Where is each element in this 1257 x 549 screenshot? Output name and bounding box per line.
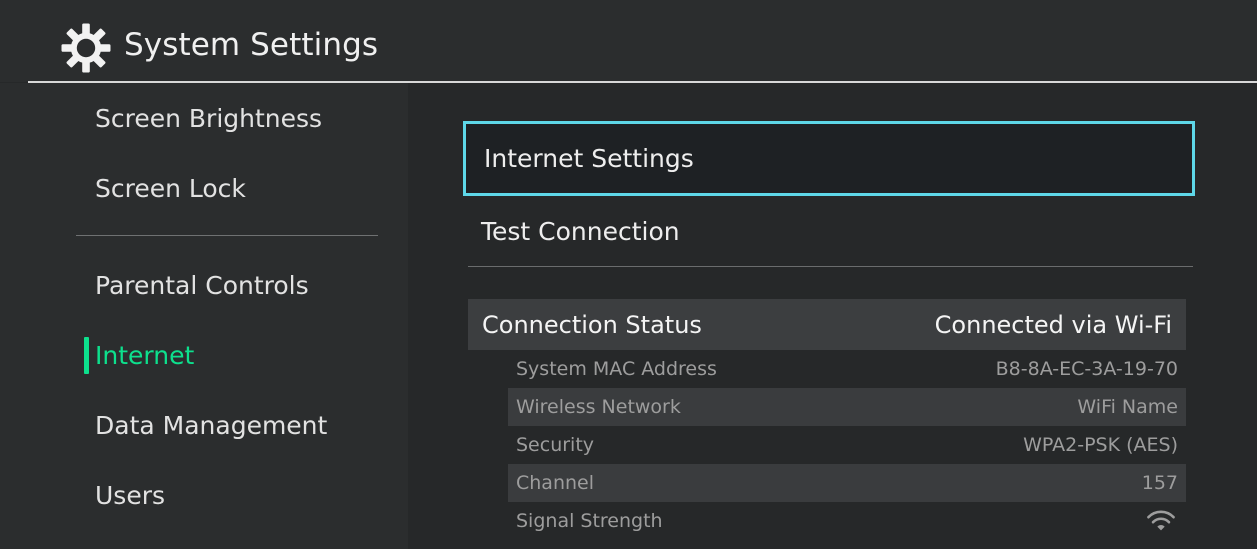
connection-status-value: Connected via Wi-Fi: [935, 311, 1172, 339]
sidebar-divider: [76, 235, 378, 236]
table-row: Security WPA2-PSK (AES): [508, 426, 1186, 464]
sidebar-item-label: Screen Brightness: [95, 104, 322, 133]
row-value: 157: [1142, 472, 1178, 494]
row-value: WPA2-PSK (AES): [1023, 434, 1178, 456]
sidebar-item-label: Parental Controls: [95, 271, 309, 300]
table-row: Signal Strength: [508, 502, 1186, 540]
row-label: Channel: [516, 472, 594, 494]
sidebar: Screen Brightness Screen Lock Parental C…: [0, 83, 408, 549]
sidebar-item-label: Data Management: [95, 411, 327, 440]
sidebar-item-label: Screen Lock: [95, 174, 246, 203]
sidebar-item-parental-controls[interactable]: Parental Controls: [0, 250, 408, 320]
connection-status-header-row: Connection Status Connected via Wi-Fi: [468, 299, 1186, 350]
sidebar-item-label: Users: [95, 481, 165, 510]
row-label: Signal Strength: [516, 510, 663, 532]
sidebar-item-internet[interactable]: Internet: [0, 320, 408, 390]
sidebar-item-screen-brightness[interactable]: Screen Brightness: [0, 83, 408, 153]
row-value: B8-8A-EC-3A-19-70: [996, 358, 1178, 380]
sidebar-item-screen-lock[interactable]: Screen Lock: [0, 153, 408, 223]
content-divider: [468, 266, 1193, 267]
test-connection-button[interactable]: Test Connection: [463, 200, 1195, 262]
table-row: Wireless Network WiFi Name: [508, 388, 1186, 426]
internet-settings-button[interactable]: Internet Settings: [463, 121, 1195, 196]
test-connection-label: Test Connection: [481, 217, 680, 246]
row-label: Security: [516, 434, 594, 456]
row-label: System MAC Address: [516, 358, 717, 380]
connection-status-table: Connection Status Connected via Wi-Fi Sy…: [408, 299, 1257, 540]
connection-status-label: Connection Status: [482, 311, 702, 339]
table-row: System MAC Address B8-8A-EC-3A-19-70: [508, 350, 1186, 388]
selection-indicator: [84, 337, 89, 374]
sidebar-item-data-management[interactable]: Data Management: [0, 390, 408, 460]
internet-settings-label: Internet Settings: [484, 144, 694, 173]
sidebar-item-label: Internet: [95, 341, 194, 370]
wifi-signal-icon: [1146, 510, 1178, 532]
row-value: WiFi Name: [1077, 396, 1178, 418]
table-row: Channel 157: [508, 464, 1186, 502]
app-header: System Settings: [0, 0, 1257, 82]
main-content: Internet Settings Test Connection Connec…: [408, 83, 1257, 549]
row-label: Wireless Network: [516, 396, 681, 418]
gear-icon: [58, 20, 114, 76]
system-settings-screen: System Settings Screen Brightness Screen…: [0, 0, 1257, 549]
page-title: System Settings: [124, 27, 378, 63]
sidebar-item-users[interactable]: Users: [0, 460, 408, 530]
